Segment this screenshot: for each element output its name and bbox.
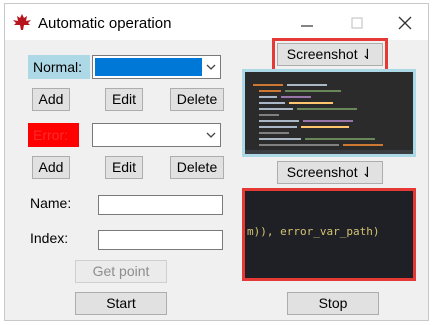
normal-add-button[interactable]: Add (32, 88, 70, 111)
start-button[interactable]: Start (75, 292, 167, 315)
error-delete-button[interactable]: Delete (170, 156, 224, 179)
normal-edit-button[interactable]: Edit (105, 88, 143, 111)
error-add-button[interactable]: Add (32, 156, 70, 179)
index-label: Index: (30, 230, 69, 246)
normal-combobox-selection (95, 58, 202, 76)
error-label: Error: (28, 123, 79, 147)
maximize-icon (351, 17, 363, 29)
name-input[interactable] (98, 195, 223, 215)
chevron-down-icon[interactable] (206, 62, 216, 72)
screenshot-button-normal[interactable]: Screenshot ⇃ (277, 43, 383, 66)
screenshot-button-error[interactable]: Screenshot ⇃ (277, 161, 383, 184)
index-input[interactable] (98, 230, 223, 250)
close-icon (398, 16, 412, 30)
normal-label: Normal: (28, 55, 90, 79)
window-title: Automatic operation (38, 15, 172, 32)
chevron-down-icon[interactable] (206, 130, 216, 140)
close-button[interactable] (391, 10, 419, 36)
maple-leaf-icon (13, 14, 31, 30)
name-label: Name: (30, 195, 72, 211)
code-preview-image (245, 72, 413, 154)
normal-delete-button[interactable]: Delete (170, 88, 224, 111)
code-snippet-text: m)), error_var_path) (247, 225, 380, 238)
minimize-icon (301, 25, 313, 27)
error-screenshot-preview: m)), error_var_path) (242, 188, 416, 281)
normal-screenshot-preview (242, 69, 416, 157)
error-combobox[interactable] (92, 123, 221, 147)
minimize-button[interactable] (293, 10, 321, 36)
stop-button[interactable]: Stop (287, 292, 379, 315)
error-edit-button[interactable]: Edit (105, 156, 143, 179)
normal-combobox[interactable] (92, 55, 221, 79)
get-point-button[interactable]: Get point (75, 260, 167, 283)
maximize-button[interactable] (343, 10, 371, 36)
title-bar[interactable]: Automatic operation (5, 4, 428, 40)
app-window: Automatic operation Normal: Add Edit Del… (4, 3, 429, 321)
